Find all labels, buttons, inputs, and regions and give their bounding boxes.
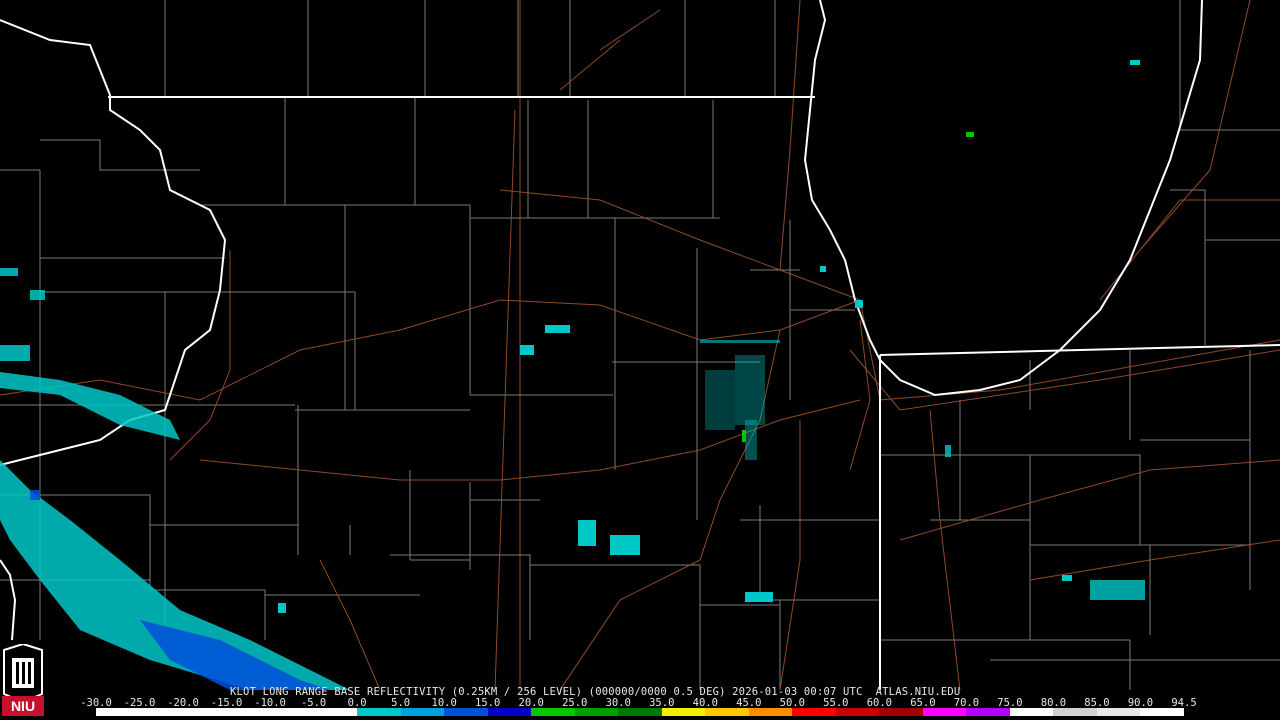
color-bar-segment — [1053, 708, 1097, 716]
color-bar-segment — [400, 708, 445, 716]
color-bar-segment — [139, 708, 184, 716]
radar-map — [0, 0, 1280, 691]
color-bar-segment — [531, 708, 575, 716]
reflectivity-color-bar — [96, 708, 1184, 716]
color-bar-segment — [879, 708, 923, 716]
color-bar-segment — [922, 708, 967, 716]
lake-michigan-shoreline — [803, 0, 1203, 397]
color-bar-segment — [313, 708, 358, 716]
color-bar-segment — [748, 708, 793, 716]
color-bar-segment — [183, 708, 227, 716]
color-bar-segment — [487, 708, 532, 716]
color-bar-segment — [966, 708, 1010, 716]
color-bar-segment — [1009, 708, 1054, 716]
color-bar-segment — [96, 708, 140, 716]
logo-text: NIU — [11, 698, 35, 714]
color-bar-segment — [226, 708, 271, 716]
color-bar-segment — [705, 708, 749, 716]
radar-echoes — [0, 60, 1145, 690]
color-bar-segment — [835, 708, 880, 716]
color-bar-segment — [1140, 708, 1184, 716]
color-bar-segment — [618, 708, 662, 716]
color-bar-segment — [792, 708, 836, 716]
niu-logo: NIU — [2, 644, 44, 716]
color-bar-segment — [270, 708, 314, 716]
color-bar-segment — [661, 708, 706, 716]
color-bar-segment — [357, 708, 401, 716]
color-bar-segment — [444, 708, 488, 716]
color-bar-segment — [574, 708, 619, 716]
color-bar-segment — [1096, 708, 1141, 716]
